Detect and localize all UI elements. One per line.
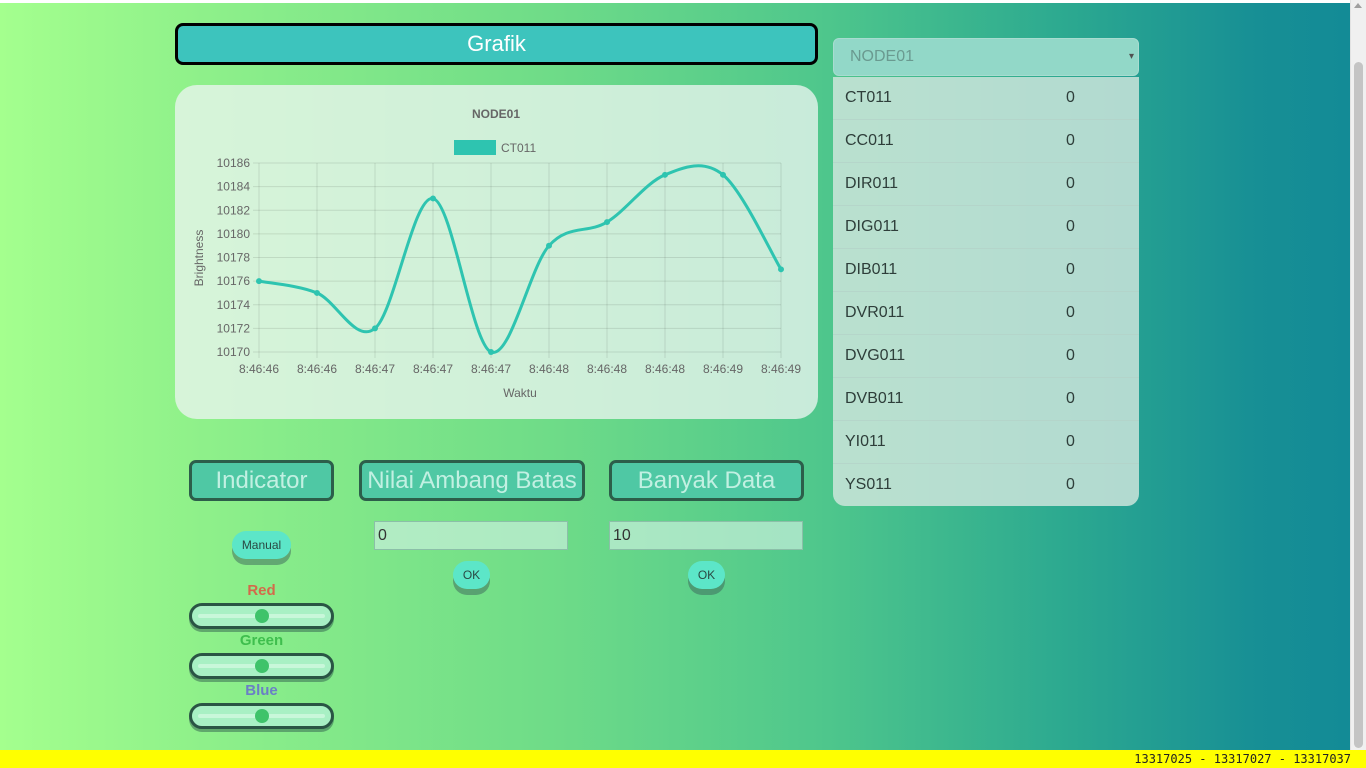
data-point (546, 242, 552, 249)
row-name: DIB011 (845, 261, 898, 278)
chart-card: NODE01 CT011 10186 10184 10182 10180 10178 1017… (175, 85, 818, 419)
row-name: CT011 (845, 89, 892, 106)
y-tick-label: 10176 (217, 274, 251, 288)
data-count-ok-button[interactable]: OK (688, 561, 725, 589)
y-tick-label: 10174 (217, 298, 251, 312)
status-bar: 13317025 - 13317027 - 13317037 (0, 750, 1366, 768)
y-tick-label: 10178 (217, 251, 251, 265)
row-value: 0 (1066, 347, 1075, 364)
chevron-down-icon: ▾ (1128, 51, 1134, 62)
scroll-up-icon[interactable] (1354, 3, 1362, 8)
scrollbar-thumb[interactable] (1354, 62, 1363, 748)
green-slider-knob[interactable] (254, 659, 269, 673)
series-line (258, 164, 783, 354)
y-tick-label: 10184 (217, 180, 251, 194)
vertical-scrollbar[interactable] (1350, 0, 1366, 750)
data-point (778, 266, 784, 273)
y-tick-label: 10170 (217, 345, 251, 359)
data-point (720, 171, 726, 178)
row-value: 0 (1066, 218, 1075, 235)
x-tick-label: 8:46:46 (297, 362, 337, 376)
threshold-ok-button[interactable]: OK (453, 561, 490, 589)
chart-title: NODE01 (472, 107, 520, 121)
data-count-input[interactable] (609, 521, 803, 550)
node-select[interactable]: NODE01 ▾ (833, 38, 1139, 76)
blue-slider-knob[interactable] (254, 709, 269, 723)
table-row: DIG011 0 (833, 206, 1139, 249)
row-name: YS011 (845, 476, 892, 493)
row-value: 0 (1066, 304, 1075, 321)
table-row: DVB011 0 (833, 378, 1139, 421)
y-axis-label: Brightness (192, 230, 206, 287)
table-row: DIR011 0 (833, 163, 1139, 206)
x-tick-label: 8:46:47 (471, 362, 511, 376)
table-row: DIB011 0 (833, 249, 1139, 292)
legend-label: CT011 (501, 141, 536, 155)
top-border (0, 0, 1366, 3)
threshold-button[interactable]: Nilai Ambang Batas (359, 460, 585, 501)
row-value: 0 (1066, 390, 1075, 407)
node-select-value: NODE01 (850, 48, 915, 65)
blue-label: Blue (245, 682, 278, 699)
x-tick-label: 8:46:49 (703, 362, 743, 376)
data-point (372, 325, 378, 332)
table-row: YS011 0 (833, 464, 1139, 507)
data-point (430, 195, 436, 202)
red-label: Red (247, 582, 276, 599)
row-name: DVB011 (845, 390, 904, 407)
manual-button[interactable]: Manual (232, 531, 291, 559)
node-values-table: CT011 0 CC011 0 DIR011 0 DIG011 0 DIB011 0 DV… (833, 77, 1139, 506)
green-label: Green (239, 632, 284, 649)
x-tick-label: 8:46:47 (355, 362, 395, 376)
x-tick-label: 8:46:48 (529, 362, 569, 376)
y-tick-label: 10172 (217, 321, 251, 335)
status-text: 13317025 - 13317027 - 13317037 (1134, 752, 1351, 766)
x-tick-label: 8:46:49 (761, 362, 801, 376)
table-row: DVG011 0 (833, 335, 1139, 378)
x-tick-label: 8:46:48 (645, 362, 685, 376)
page-title: Grafik (175, 23, 818, 65)
data-point (314, 289, 320, 296)
row-name: DIG011 (845, 218, 899, 235)
y-tick-label: 10182 (217, 203, 251, 217)
row-value: 0 (1066, 132, 1075, 149)
y-tick-label: 10180 (217, 227, 251, 241)
data-point (256, 278, 262, 285)
green-slider[interactable] (189, 653, 334, 679)
row-value: 0 (1066, 476, 1075, 493)
row-value: 0 (1066, 89, 1075, 106)
legend-swatch (454, 140, 496, 155)
row-value: 0 (1066, 433, 1075, 450)
x-tick-label: 8:46:48 (587, 362, 627, 376)
row-name: DVR011 (845, 304, 905, 321)
row-name: YI011 (845, 433, 886, 450)
data-point (604, 219, 610, 226)
red-slider[interactable] (189, 603, 334, 629)
x-tick-label: 8:46:47 (413, 362, 453, 376)
y-tick-label: 10186 (217, 156, 251, 170)
row-value: 0 (1066, 175, 1075, 192)
brightness-chart: NODE01 CT011 10186 10184 10182 10180 10178 1017… (192, 107, 801, 400)
red-slider-knob[interactable] (254, 609, 269, 623)
data-point (662, 171, 668, 178)
data-point (488, 349, 494, 355)
row-name: DIR011 (845, 175, 899, 192)
table-row: CC011 0 (833, 120, 1139, 163)
threshold-input[interactable] (374, 521, 568, 550)
table-row: CT011 0 (833, 77, 1139, 120)
table-row: DVR011 0 (833, 292, 1139, 335)
row-name: CC011 (845, 132, 894, 149)
row-name: DVG011 (845, 347, 906, 364)
data-count-button[interactable]: Banyak Data (609, 460, 804, 501)
x-axis-label: Waktu (503, 386, 537, 400)
x-tick-label: 8:46:46 (239, 362, 279, 376)
row-value: 0 (1066, 261, 1075, 278)
table-row: YI011 0 (833, 421, 1139, 464)
blue-slider[interactable] (189, 703, 334, 729)
indicator-button[interactable]: Indicator (189, 460, 334, 501)
